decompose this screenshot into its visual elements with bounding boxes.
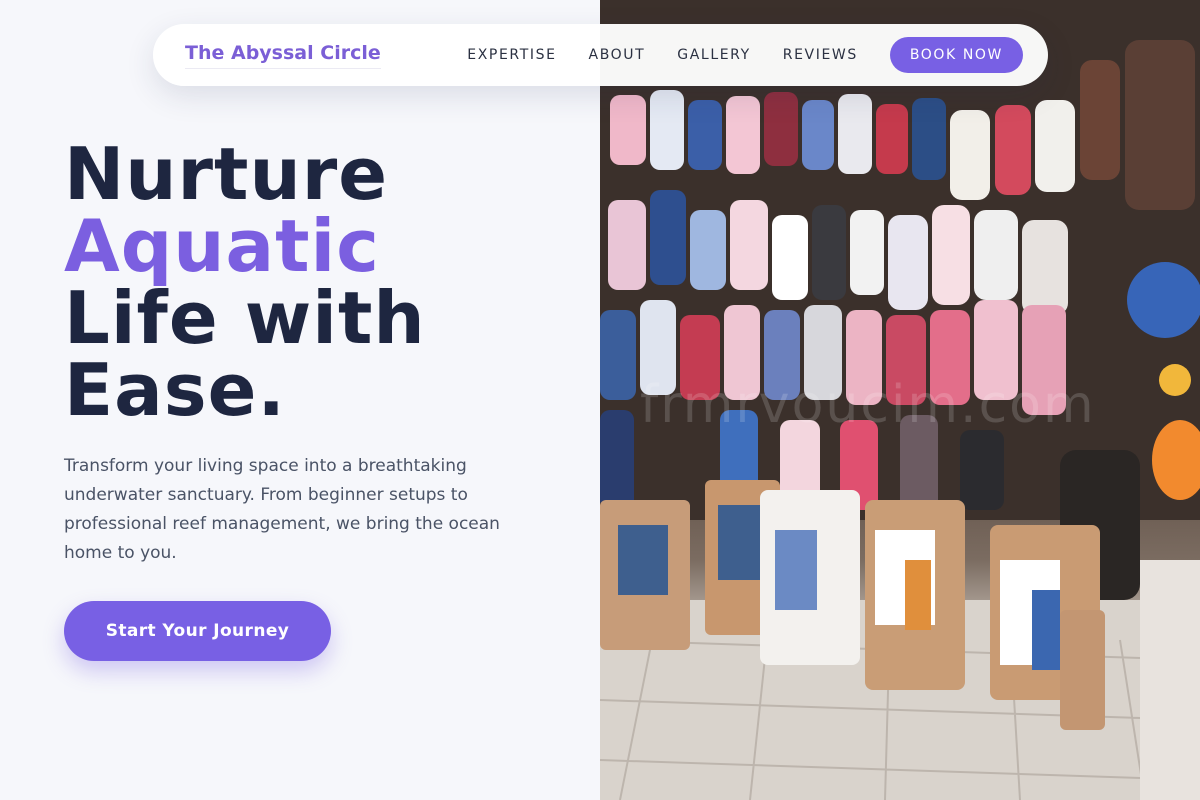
- headline-line-3: Life with: [64, 276, 426, 360]
- hero-photo: frmrvoucim.com: [600, 0, 1200, 800]
- photo-watermark: frmrvoucim.com: [640, 375, 1096, 435]
- start-journey-button[interactable]: Start Your Journey: [64, 601, 331, 661]
- nav-link-about[interactable]: ABOUT: [589, 47, 646, 63]
- brand-logo[interactable]: The Abyssal Circle: [185, 42, 381, 69]
- headline-accent-word: Aquatic: [64, 204, 380, 288]
- nav-links: EXPERTISE ABOUT GALLERY REVIEWS BOOK NOW: [467, 37, 1023, 73]
- book-now-button[interactable]: BOOK NOW: [889, 37, 1023, 73]
- nav-link-reviews[interactable]: REVIEWS: [783, 47, 858, 63]
- hero-description: Transform your living space into a breat…: [64, 456, 500, 563]
- hero-headline: Nurture Aquatic Life with Ease.: [64, 138, 584, 426]
- top-navbar: The Abyssal Circle EXPERTISE ABOUT GALLE…: [153, 24, 1048, 86]
- headline-line-1: Nurture: [64, 132, 389, 216]
- page: frmrvoucim.com The Abyssal Circle EXPERT…: [0, 0, 1200, 800]
- headline-line-4: Ease.: [64, 348, 286, 432]
- nav-link-gallery[interactable]: GALLERY: [677, 47, 750, 63]
- nav-link-expertise[interactable]: EXPERTISE: [467, 47, 556, 63]
